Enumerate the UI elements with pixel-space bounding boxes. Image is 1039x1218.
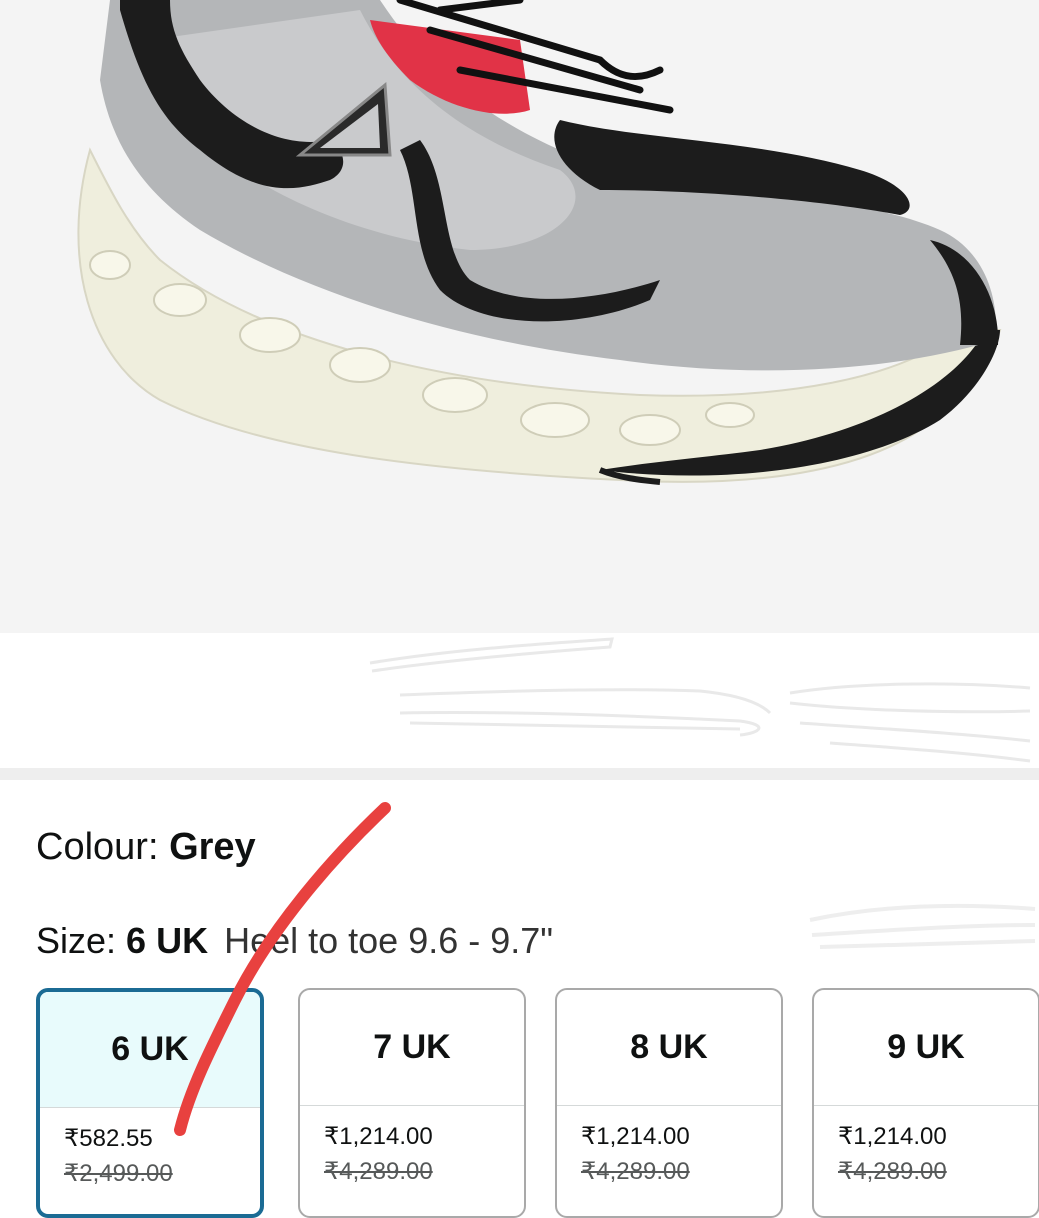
size-option-label: 8 UK (557, 990, 781, 1106)
size-option-9-uk[interactable]: 9 UK ₹1,214.00 ₹4,289.00 (812, 988, 1039, 1218)
sneaker-image (77, 0, 1002, 485)
size-option-price: ₹1,214.00 (324, 1123, 433, 1150)
size-selector: 6 UK ₹582.55 ₹2,499.00 7 UK ₹1,214.00 ₹4… (36, 988, 1039, 1218)
size-option-6-uk[interactable]: 6 UK ₹582.55 ₹2,499.00 (36, 988, 264, 1218)
colour-value: Grey (169, 826, 256, 868)
size-option-mrp: ₹4,289.00 (581, 1158, 690, 1185)
section-divider (0, 768, 1039, 780)
size-row: Size: 6 UK Heel to toe 9.6 - 9.7" (36, 920, 553, 962)
size-fit-note: Heel to toe 9.6 - 9.7" (224, 920, 554, 961)
size-option-mrp: ₹4,289.00 (324, 1158, 433, 1185)
size-option-8-uk[interactable]: 8 UK ₹1,214.00 ₹4,289.00 (555, 988, 783, 1218)
size-option-mrp: ₹4,289.00 (838, 1158, 947, 1185)
redacted-seller-info (0, 633, 1039, 768)
product-image[interactable] (0, 0, 1039, 633)
size-option-price: ₹1,214.00 (838, 1123, 947, 1150)
size-option-mrp: ₹2,499.00 (64, 1160, 173, 1187)
size-option-label: 9 UK (814, 990, 1038, 1106)
colour-label: Colour: (36, 826, 170, 868)
size-option-price: ₹1,214.00 (581, 1123, 690, 1150)
scribble-redaction (369, 637, 1031, 763)
colour-row: Colour: Grey (36, 826, 256, 869)
size-option-label: 6 UK (40, 992, 260, 1108)
size-option-label: 7 UK (300, 990, 524, 1106)
size-value: 6 UK (126, 920, 209, 961)
scribble-redaction (809, 903, 1036, 949)
size-option-price: ₹582.55 (64, 1125, 153, 1152)
size-label: Size: (36, 920, 127, 961)
size-option-7-uk[interactable]: 7 UK ₹1,214.00 ₹4,289.00 (298, 988, 526, 1218)
